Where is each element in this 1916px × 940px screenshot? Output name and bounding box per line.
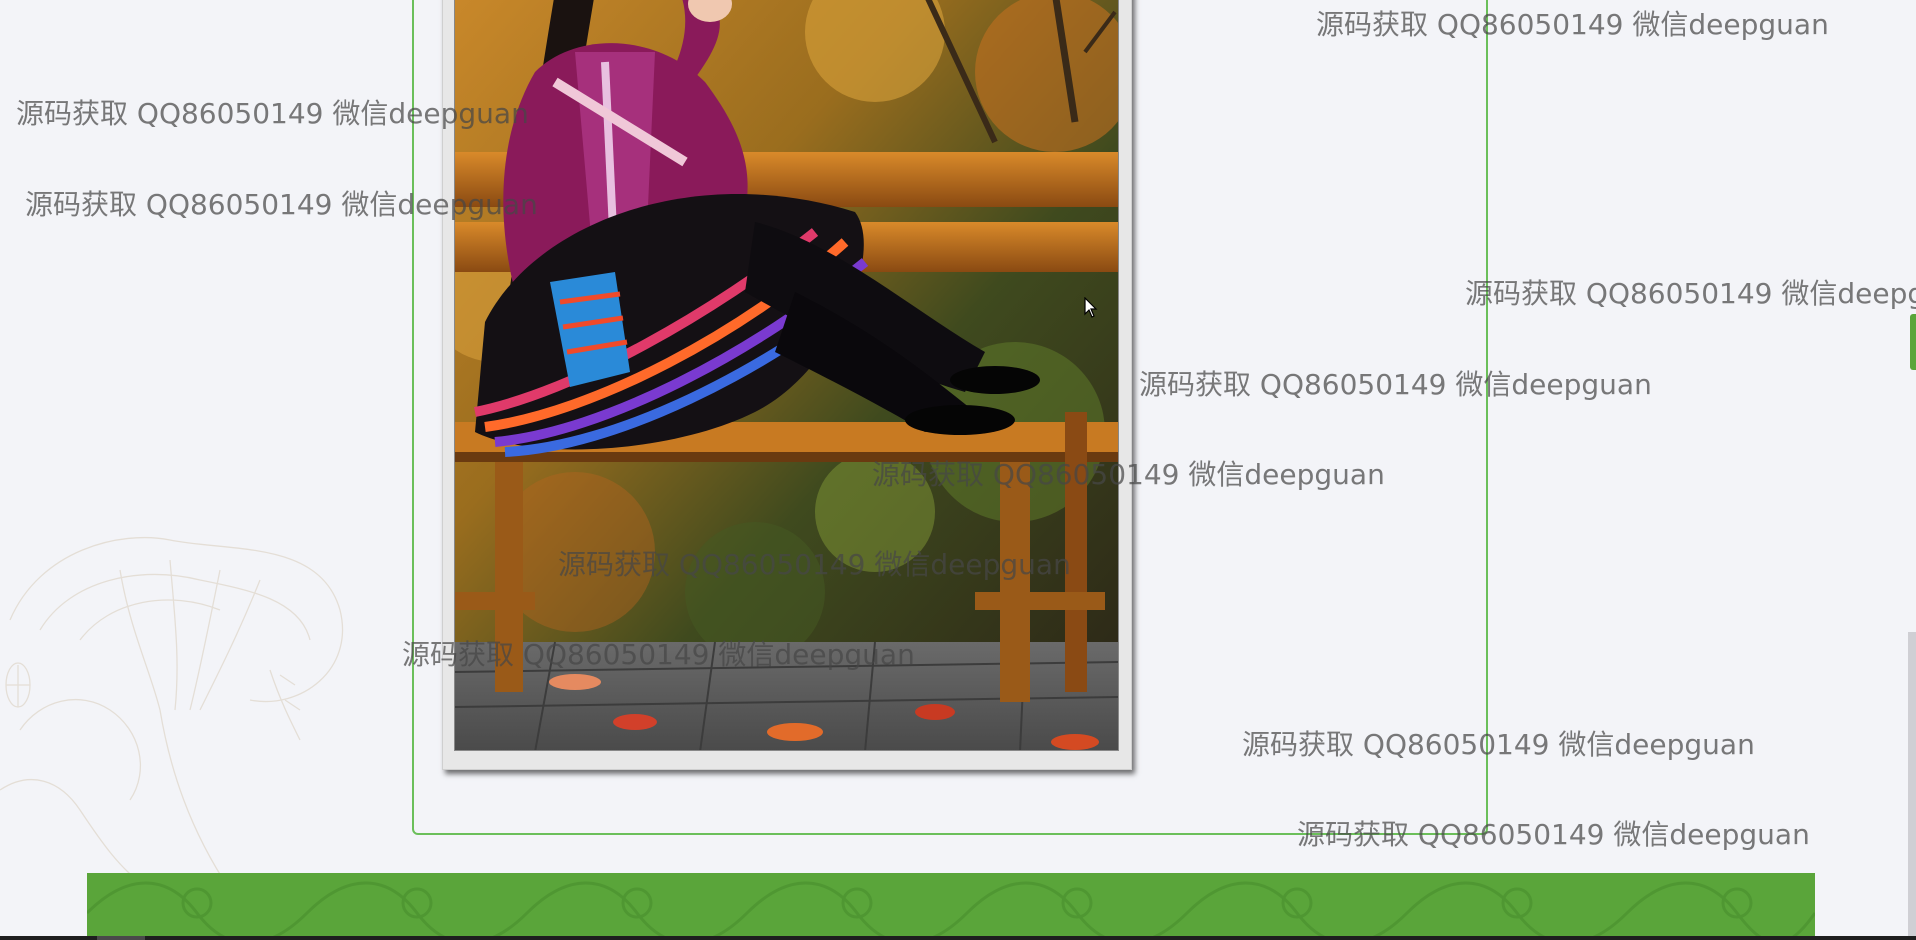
product-photo[interactable] xyxy=(454,0,1119,751)
photo-illustration xyxy=(455,0,1118,750)
scroll-indicator xyxy=(1910,314,1916,370)
footer-pattern xyxy=(87,881,1815,940)
vertical-scrollbar[interactable] xyxy=(1908,0,1916,936)
bottom-strip-accent xyxy=(97,936,145,940)
bottom-strip xyxy=(0,936,1916,940)
lotus-decoration-icon xyxy=(0,536,344,890)
page: 源码获取 QQ86050149 微信deepguan 源码获取 QQ860501… xyxy=(0,0,1916,940)
scrollbar-thumb[interactable] xyxy=(1908,632,1916,936)
watermark-text: 源码获取 QQ86050149 微信deepguan xyxy=(1465,277,1916,310)
photo-frame xyxy=(442,0,1132,770)
mouse-pointer-icon xyxy=(1084,297,1098,318)
footer-band xyxy=(87,873,1815,940)
